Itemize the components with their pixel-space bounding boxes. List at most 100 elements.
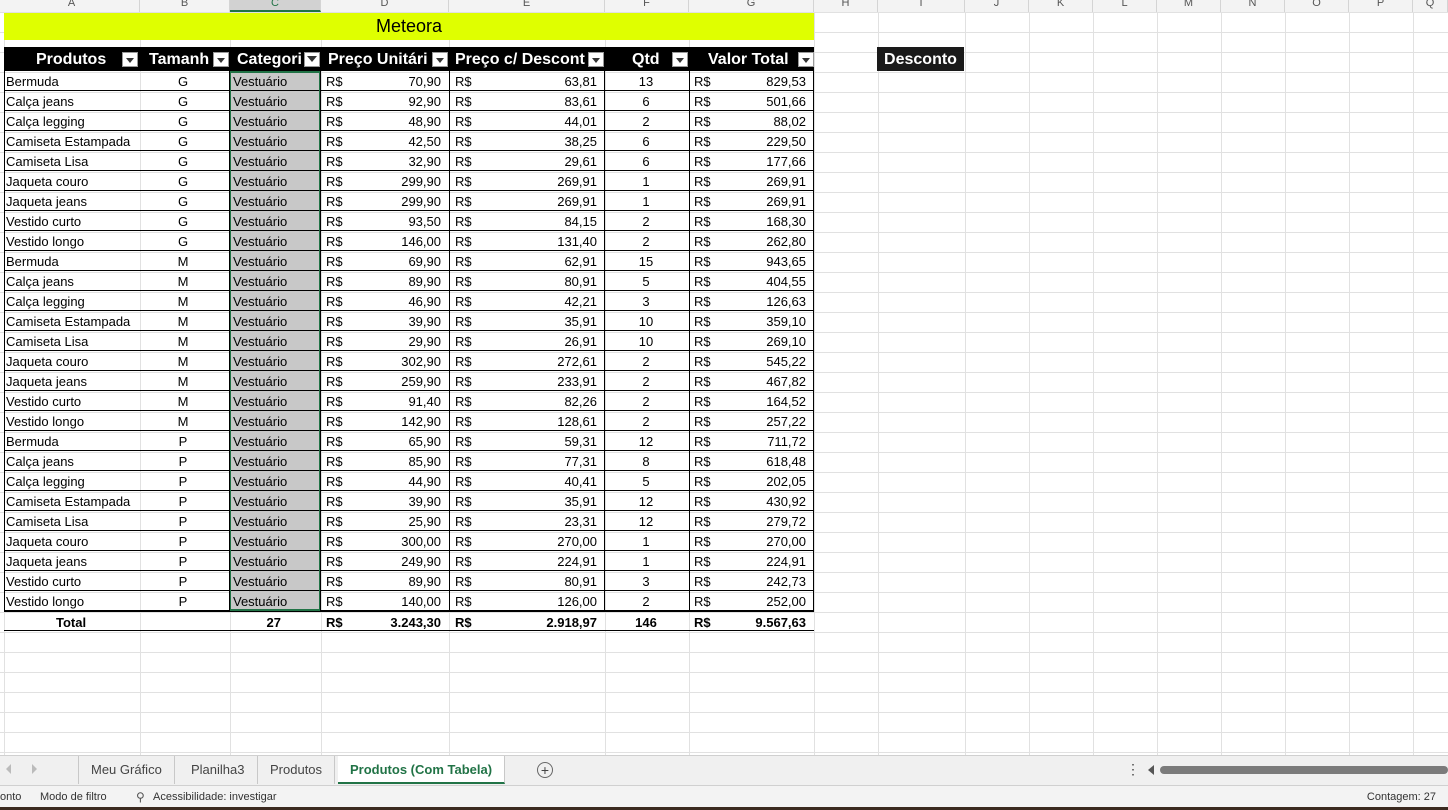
cell-desconto[interactable]: 233,91 <box>484 371 597 390</box>
cell-produto[interactable]: Vestido curto <box>6 571 136 590</box>
cell-qtd[interactable]: 1 <box>605 531 687 550</box>
cell-preco[interactable]: 39,90 <box>354 311 441 330</box>
cell-qtd[interactable]: 2 <box>605 351 687 370</box>
cell-produto[interactable]: Bermuda <box>6 431 136 450</box>
header-5[interactable]: Qtd <box>632 47 672 71</box>
cell-preco[interactable]: 25,90 <box>354 511 441 530</box>
cell-tamanho[interactable]: M <box>140 251 226 270</box>
cell-tamanho[interactable]: M <box>140 371 226 390</box>
cell-total[interactable]: 88,02 <box>714 111 806 130</box>
cell-preco[interactable]: 44,90 <box>354 471 441 490</box>
tab-prev-icon[interactable] <box>6 764 11 774</box>
filter-dropdown-icon[interactable] <box>122 52 138 67</box>
cell-total[interactable]: 177,66 <box>714 151 806 170</box>
cell-currency[interactable]: R$ <box>455 331 475 350</box>
cell-desconto[interactable]: 83,61 <box>484 91 597 110</box>
cell-preco[interactable]: 39,90 <box>354 491 441 510</box>
cell-currency[interactable]: R$ <box>326 71 346 90</box>
cell-qtd[interactable]: 2 <box>605 591 687 610</box>
cell-desconto[interactable]: 77,31 <box>484 451 597 470</box>
cell-produto[interactable]: Calça jeans <box>6 271 136 290</box>
total-qtd[interactable]: 146 <box>605 612 687 631</box>
header-0[interactable]: Produtos <box>36 47 122 71</box>
cell-tamanho[interactable]: P <box>140 571 226 590</box>
column-header-p[interactable]: P <box>1349 0 1413 12</box>
desconto-label[interactable]: Desconto <box>877 47 964 71</box>
cell-total[interactable]: 164,52 <box>714 391 806 410</box>
cell-currency[interactable]: R$ <box>455 231 475 250</box>
column-header-c[interactable]: C <box>230 0 321 12</box>
cell-preco[interactable]: 302,90 <box>354 351 441 370</box>
cell-currency[interactable]: R$ <box>455 311 475 330</box>
cell-currency[interactable]: R$ <box>326 571 346 590</box>
cell-produto[interactable]: Jaqueta jeans <box>6 551 136 570</box>
cell-tamanho[interactable]: P <box>140 511 226 530</box>
cell-tamanho[interactable]: P <box>140 591 226 610</box>
cell-total[interactable]: 404,55 <box>714 271 806 290</box>
cell-total[interactable]: 229,50 <box>714 131 806 150</box>
cell-produto[interactable]: Calça legging <box>6 291 136 310</box>
cell-desconto[interactable]: 63,81 <box>484 71 597 90</box>
cell-currency[interactable]: R$ <box>694 71 714 90</box>
cell-currency[interactable]: R$ <box>326 351 346 370</box>
cell-desconto[interactable]: 44,01 <box>484 111 597 130</box>
cell-desconto[interactable]: 26,91 <box>484 331 597 350</box>
cell-currency[interactable]: R$ <box>326 491 346 510</box>
cell-tamanho[interactable]: P <box>140 491 226 510</box>
cell-produto[interactable]: Camiseta Estampada <box>6 491 136 510</box>
cell-qtd[interactable]: 12 <box>605 431 687 450</box>
cell-preco[interactable]: 65,90 <box>354 431 441 450</box>
cell-produto[interactable]: Jaqueta jeans <box>6 371 136 390</box>
cell-currency[interactable]: R$ <box>455 111 475 130</box>
cell-qtd[interactable]: 3 <box>605 291 687 310</box>
filter-dropdown-icon[interactable] <box>588 52 604 67</box>
cell-produto[interactable]: Vestido longo <box>6 231 136 250</box>
status-accessibility[interactable]: Acessibilidade: investigar <box>153 786 277 808</box>
more-options-icon[interactable]: ⋮ <box>1126 762 1140 776</box>
cell-currency[interactable]: R$ <box>455 131 475 150</box>
cell-currency[interactable]: R$ <box>694 531 714 550</box>
cell-currency[interactable]: R$ <box>326 151 346 170</box>
cell-total[interactable]: 168,30 <box>714 211 806 230</box>
cell-currency[interactable]: R$ <box>326 451 346 470</box>
cell-currency[interactable]: R$ <box>455 451 475 470</box>
cell-qtd[interactable]: 8 <box>605 451 687 470</box>
cell-currency[interactable]: R$ <box>326 271 346 290</box>
filter-dropdown-icon[interactable] <box>798 52 814 67</box>
cell-total[interactable]: 501,66 <box>714 91 806 110</box>
cell-total[interactable]: 269,10 <box>714 331 806 350</box>
cell-currency[interactable]: R$ <box>694 291 714 310</box>
cell-total[interactable]: 711,72 <box>714 431 806 450</box>
cell-total[interactable]: 279,72 <box>714 511 806 530</box>
cell-currency[interactable]: R$ <box>326 511 346 530</box>
cell-currency[interactable]: R$ <box>455 411 475 430</box>
cell-qtd[interactable]: 5 <box>605 271 687 290</box>
cell-produto[interactable]: Vestido curto <box>6 391 136 410</box>
cell-currency[interactable]: R$ <box>694 231 714 250</box>
cell-preco[interactable]: 140,00 <box>354 591 441 610</box>
cell-currency[interactable]: R$ <box>326 331 346 350</box>
cell-currency[interactable]: R$ <box>694 151 714 170</box>
cell-desconto[interactable]: 272,61 <box>484 351 597 370</box>
cell-preco[interactable]: 91,40 <box>354 391 441 410</box>
cell-tamanho[interactable]: M <box>140 411 226 430</box>
cell-preco[interactable]: 69,90 <box>354 251 441 270</box>
cell-qtd[interactable]: 5 <box>605 471 687 490</box>
column-header-a[interactable]: A <box>4 0 140 12</box>
cell-desconto[interactable]: 84,15 <box>484 211 597 230</box>
column-header-k[interactable]: K <box>1029 0 1093 12</box>
cell-tamanho[interactable]: G <box>140 231 226 250</box>
cell-desconto[interactable]: 126,00 <box>484 591 597 610</box>
cell-qtd[interactable]: 3 <box>605 571 687 590</box>
column-header-m[interactable]: M <box>1157 0 1221 12</box>
cell-currency[interactable]: R$ <box>326 591 346 610</box>
cell-tamanho[interactable]: P <box>140 531 226 550</box>
cell-produto[interactable]: Calça legging <box>6 111 136 130</box>
cell-currency[interactable]: R$ <box>694 411 714 430</box>
cell-produto[interactable]: Calça jeans <box>6 91 136 110</box>
cell-tamanho[interactable]: M <box>140 311 226 330</box>
cell-currency[interactable]: R$ <box>326 171 346 190</box>
cell-total[interactable]: 262,80 <box>714 231 806 250</box>
filter-dropdown-icon[interactable] <box>672 52 688 67</box>
cell-tamanho[interactable]: P <box>140 551 226 570</box>
